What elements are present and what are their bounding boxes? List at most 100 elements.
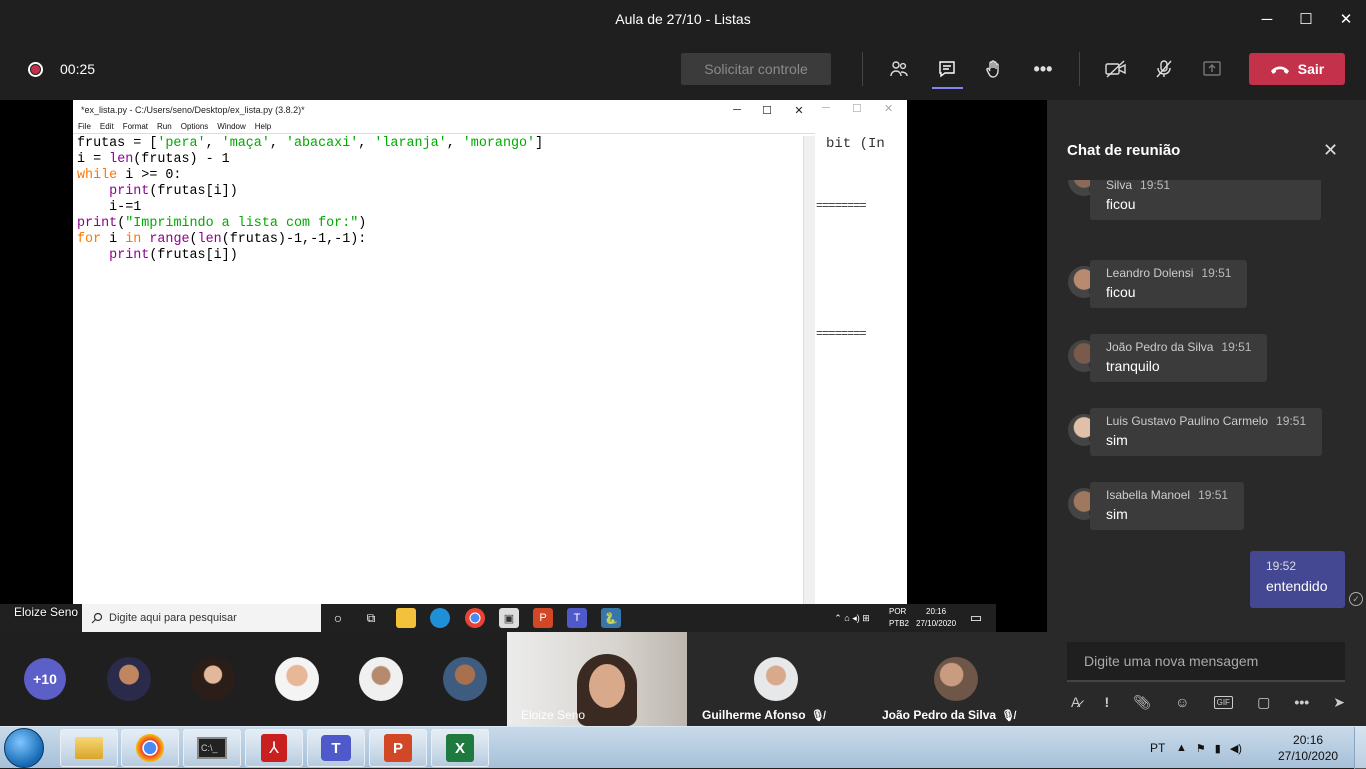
code-line: print(frutas[i]) (109, 184, 238, 199)
editor-menu-file[interactable]: File (78, 122, 91, 131)
avatar[interactable] (275, 657, 319, 701)
camera-off-icon[interactable] (1102, 55, 1130, 83)
message-meta: Leandro Dolensi 19:51 (1106, 266, 1231, 280)
message-time: 19:52 (1266, 559, 1297, 573)
presenter-taskbar: Digite aqui para pesquisar ○ ⧉ ▣ P T 🐍 ⌃… (0, 604, 996, 632)
chrome-taskbar-button[interactable] (121, 729, 179, 767)
tray-icons: ▲ ⚑ ▮ ◀) (1176, 727, 1242, 769)
message-author: Leandro Dolensi (1106, 266, 1194, 280)
format-icon[interactable]: A̷ (1071, 694, 1080, 710)
editor-menu-format[interactable]: Format (123, 122, 148, 131)
mic-muted-icon: 🎙︎̸ (1001, 709, 1016, 722)
attach-icon[interactable]: 📎︎ (1133, 694, 1151, 711)
gif-icon[interactable]: GIF (1213, 695, 1233, 709)
terminal-taskbar-button[interactable]: C:\_ (183, 729, 241, 767)
compose-toolbar: A̷ ! 📎︎ ☺ GIF ▢ ••• ➤ (1071, 692, 1345, 712)
chrome-icon (465, 608, 485, 628)
mic-off-icon[interactable] (1150, 55, 1178, 83)
excel-taskbar-button[interactable]: X (431, 729, 489, 767)
editor-scrollbar[interactable] (803, 136, 815, 604)
network-icon[interactable]: ▮ (1215, 742, 1221, 755)
avatar[interactable] (359, 657, 403, 701)
close-icon[interactable]: ✕ (1323, 140, 1338, 161)
more-icon[interactable]: ••• (1294, 694, 1309, 710)
important-icon[interactable]: ! (1104, 694, 1109, 710)
code-line: frutas = ['pera', 'maça', 'abacaxi', 'la… (77, 136, 544, 151)
tray-language[interactable]: PT (1150, 727, 1165, 769)
message-time: 19:51 (1201, 266, 1232, 280)
tile-joao-pedro[interactable]: João Pedro da Silva 🎙︎̸ (867, 632, 1047, 726)
editor-close-button[interactable]: ✕ (783, 100, 815, 120)
leave-label: Sair (1297, 61, 1325, 77)
chat-active-indicator (932, 87, 963, 89)
video-tile-eloize[interactable]: Eloize Seno (507, 632, 687, 726)
show-hidden-icon[interactable]: ▲ (1176, 742, 1187, 754)
message-meta: Luis Gustavo Paulino Carmelo 19:51 (1106, 414, 1306, 428)
edge-icon (430, 608, 450, 628)
window-titlebar: Aula de 27/10 - Listas ─ ☐ ✕ (0, 0, 1366, 38)
own-message: 19:52 entendido (1250, 551, 1345, 608)
editor-maximize-button[interactable]: ☐ (751, 100, 783, 120)
message-compose-box[interactable]: Digite uma nova mensagem (1067, 642, 1345, 682)
message-meta: Isabella Manoel 19:51 (1106, 488, 1228, 502)
raise-hand-icon[interactable] (980, 55, 1008, 83)
send-icon[interactable]: ➤ (1333, 694, 1345, 711)
idle-editor-window: *ex_lista.py - C:/Users/seno/Desktop/ex_… (73, 100, 815, 604)
presenter-clock: 20:16 27/10/2020 (916, 607, 957, 628)
code-line: for i in range(len(frutas)-1,-1,-1): (77, 232, 367, 247)
presenter-search-box: Digite aqui para pesquisar (82, 604, 321, 632)
tile-guilherme[interactable]: Guilherme Afonso 🎙︎̸ (687, 632, 867, 726)
maximize-button[interactable]: ☐ (1286, 0, 1326, 38)
code-area[interactable]: frutas = ['pera', 'maça', 'abacaxi', 'la… (77, 136, 543, 264)
tile-name: Eloize Seno (521, 708, 586, 722)
leave-button[interactable]: Sair (1249, 53, 1345, 85)
explorer-taskbar-button[interactable] (60, 729, 118, 767)
editor-menu-window[interactable]: Window (217, 122, 245, 131)
minimize-button[interactable]: ─ (1247, 0, 1287, 38)
message-author: Carlos Eduardo Nunes da Silva (1106, 180, 1133, 192)
avatar[interactable] (107, 657, 151, 701)
more-participants-button[interactable]: +10 (24, 658, 66, 700)
show-desktop-button[interactable] (1354, 727, 1366, 769)
recording-icon (28, 62, 43, 77)
message-time: 19:51 (1198, 488, 1229, 502)
message-meta: João Pedro da Silva 19:51 (1106, 340, 1251, 354)
message-time: 19:51 (1276, 414, 1307, 428)
editor-menu-edit[interactable]: Edit (100, 122, 114, 131)
participant-face (589, 664, 625, 708)
start-button[interactable] (4, 728, 44, 768)
editor-minimize-button[interactable]: ─ (721, 100, 753, 120)
search-placeholder: Digite aqui para pesquisar (109, 612, 237, 624)
window-title: Aula de 27/10 - Listas (615, 11, 751, 27)
message-text: tranquilo (1106, 358, 1160, 374)
volume-icon[interactable]: ◀) (1230, 742, 1242, 755)
teams-icon: T (567, 608, 587, 628)
meeting-chat-panel: Chat de reunião ✕ Carlos Eduardo Nunes d… (1047, 100, 1366, 726)
chat-icon[interactable] (933, 55, 961, 83)
avatar (934, 657, 978, 701)
sticker-icon[interactable]: ▢ (1257, 694, 1270, 711)
flag-icon[interactable]: ⚑ (1196, 742, 1206, 755)
code-line: i-=1 (77, 200, 142, 215)
powerpoint-icon: P (533, 608, 553, 628)
participants-icon[interactable] (885, 55, 913, 83)
share-tray-icon[interactable] (1198, 55, 1226, 83)
close-window-button[interactable]: ✕ (1326, 0, 1366, 38)
editor-menu-options[interactable]: Options (181, 122, 209, 131)
meeting-timer: 00:25 (60, 61, 96, 77)
editor-menu-help[interactable]: Help (255, 122, 271, 131)
teams-taskbar-button[interactable]: T (307, 729, 365, 767)
seen-icon: ✓ (1349, 592, 1363, 606)
emoji-icon[interactable]: ☺ (1175, 694, 1189, 710)
acrobat-taskbar-button[interactable]: ⅄ (245, 729, 303, 767)
system-clock[interactable]: 20:16 27/10/2020 (1278, 732, 1338, 764)
powerpoint-taskbar-button[interactable]: P (369, 729, 427, 767)
request-control-button[interactable]: Solicitar controle (681, 53, 831, 85)
shell-rule: ======== (816, 199, 867, 213)
more-options-icon[interactable]: ••• (1029, 55, 1057, 83)
message-text: ficou (1106, 284, 1136, 300)
store-icon: ▣ (499, 608, 519, 628)
editor-menu-run[interactable]: Run (157, 122, 172, 131)
avatar[interactable] (191, 657, 235, 701)
avatar[interactable] (443, 657, 487, 701)
